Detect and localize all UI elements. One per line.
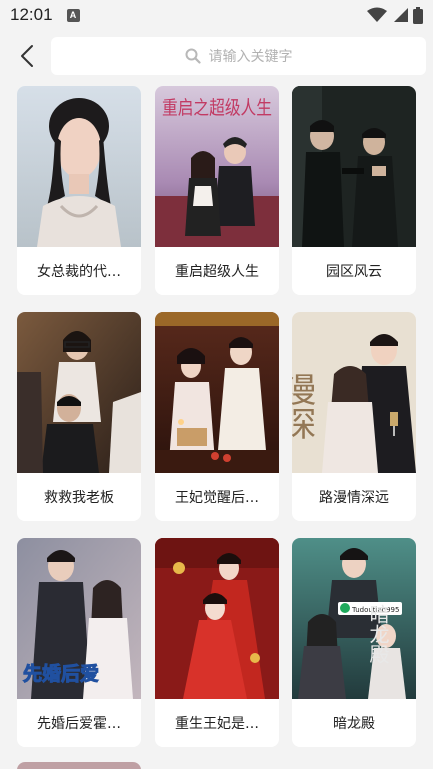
drama-poster: Tudoutiao995 暗龙殿 <box>292 538 416 699</box>
drama-card[interactable]: 先婚后爱 先婚后爱霍… <box>17 538 141 747</box>
drama-card[interactable]: 园区风云 <box>292 86 416 295</box>
back-button[interactable] <box>10 39 44 73</box>
drama-title: 园区风云 <box>326 264 382 280</box>
status-icons <box>367 6 423 24</box>
drama-card[interactable]: 王妃觉醒后… <box>155 312 279 521</box>
header: 请输入关键字 <box>0 35 433 75</box>
drama-poster: 重启之超级人生 <box>155 86 279 247</box>
drama-title: 王妃觉醒后… <box>175 490 259 506</box>
drama-card-partial[interactable] <box>17 762 141 769</box>
poster-text: 漫深 <box>292 372 316 440</box>
drama-title: 先婚后爱霍… <box>37 716 121 732</box>
drama-poster <box>17 312 141 473</box>
drama-card[interactable]: 救救我老板 <box>17 312 141 521</box>
poster-text: 重启之超级人生 <box>162 97 272 119</box>
notification-icon: A <box>66 8 80 22</box>
back-arrow-icon <box>21 45 33 67</box>
drama-title: 路漫情深远 <box>319 490 389 506</box>
drama-poster <box>155 312 279 473</box>
search-icon <box>185 48 201 64</box>
drama-title: 救救我老板 <box>44 490 114 506</box>
status-time: 12:01 <box>10 5 53 24</box>
drama-title: 重生王妃是… <box>175 716 259 732</box>
wifi-icon <box>367 7 387 22</box>
drama-poster <box>17 86 141 247</box>
drama-title: 重启超级人生 <box>175 264 259 280</box>
drama-card[interactable]: 女总裁的代… <box>17 86 141 295</box>
poster-text: 先婚后爱 <box>23 662 99 685</box>
drama-card[interactable]: 漫深 路漫情深远 <box>292 312 416 521</box>
search-placeholder: 请输入关键字 <box>208 49 293 65</box>
drama-poster <box>155 538 279 699</box>
drama-title: 暗龙殿 <box>333 716 375 732</box>
drama-poster <box>292 86 416 247</box>
search-input[interactable]: 请输入关键字 <box>51 37 426 75</box>
drama-poster: 先婚后爱 <box>17 538 141 699</box>
drama-card[interactable]: 重启之超级人生 重启超级人生 <box>155 86 279 295</box>
poster-text: 暗龙殿 <box>366 604 390 664</box>
signal-icon <box>394 8 408 22</box>
drama-poster: 漫深 <box>292 312 416 473</box>
drama-title: 女总裁的代… <box>37 264 121 280</box>
drama-card[interactable]: 重生王妃是… <box>155 538 279 747</box>
status-bar: 12:01 A <box>0 0 433 30</box>
battery-icon <box>413 6 423 24</box>
drama-card[interactable]: Tudoutiao995 暗龙殿 暗龙殿 <box>292 538 416 747</box>
